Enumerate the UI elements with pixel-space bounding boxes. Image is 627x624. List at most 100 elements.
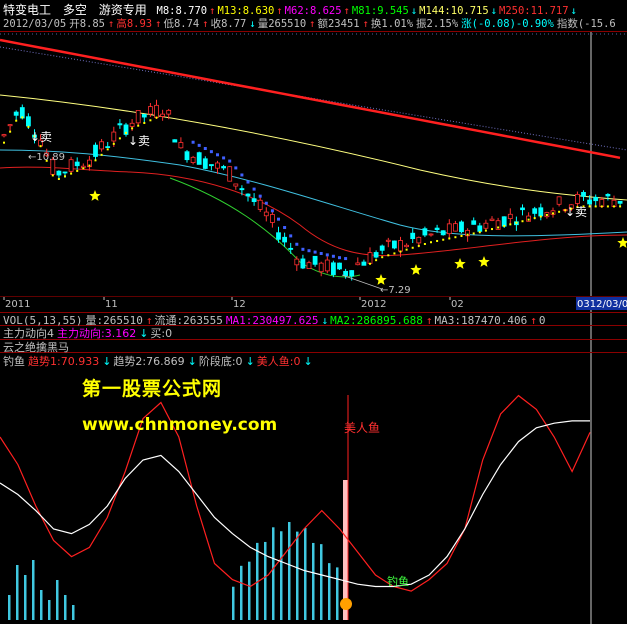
yellow-marker [521,220,524,223]
candle-body [410,232,416,240]
blue-marker [191,140,195,144]
yellow-marker [381,256,384,259]
candle-body [324,259,330,272]
candle-body [184,151,190,161]
fish-item-3: 趋势2:76.869 [113,355,185,368]
candle-body [1,134,7,137]
yellow-marker [387,254,390,257]
candle-body [452,223,458,232]
blue-marker [338,256,341,260]
yellow-marker [3,141,5,144]
yellow-marker [545,213,548,216]
fishing-legend: 钓鱼 趋势1:70.933 ↓ 趋势2:76.869 ↓ 阶段底:0 ↓ 美人鱼:0 ↓ [3,353,315,369]
candle-body [276,232,281,240]
yellow-marker [149,119,152,122]
histogram-bar [312,542,315,620]
candle-body [178,142,184,149]
yellow-marker [588,205,591,208]
fish-item-2: ↓ [102,355,112,368]
buy-star [617,237,627,248]
low-pointer [341,274,383,290]
candle-body [282,236,288,243]
yellow-marker [460,234,463,237]
fish-item-1: 趋势1:70.933 [28,355,100,368]
yellow-marker [118,137,121,140]
yellow-marker [9,130,12,133]
yellow-marker [405,248,408,251]
candle-body [428,233,434,236]
buy-star [454,258,466,269]
yellow-marker [533,217,536,220]
candle-body [501,216,507,227]
histogram-bar [16,565,19,620]
yellow-marker [539,215,542,218]
yellow-marker [503,224,506,227]
candle-body [459,221,464,233]
candle-body [172,139,178,143]
yellow-marker [515,221,518,224]
yellow-marker [131,127,134,130]
yellow-marker [137,124,140,127]
candle-body [617,200,623,204]
candle-body [196,152,202,165]
candle-body [239,188,245,191]
fish-item-5: 阶段底:0 [198,355,243,368]
candle-body [343,270,349,276]
blue-marker [258,194,262,198]
candle-body [215,162,220,169]
yellow-marker [454,236,457,239]
candle-body [581,191,586,197]
yellow-marker [82,167,85,170]
candle-body [111,131,117,142]
x-tick-label: 11 [105,299,118,310]
candle-body [190,156,196,163]
candle-body [593,196,599,202]
x-tick-label: 12 [233,299,246,310]
high-price-label: ←10.89 [28,152,65,163]
fish-item-6: ↓ [245,355,255,368]
yellow-marker [478,231,481,234]
yellow-marker [125,131,127,134]
candle-body [520,207,525,211]
candle-body [245,193,251,197]
candle-body [117,123,123,126]
blue-marker [331,254,335,258]
yellow-marker [472,232,475,235]
yellow-marker [155,116,158,119]
mermaid-label: 美人鱼 [344,421,380,435]
candle-body [221,166,227,169]
yellow-marker [64,175,66,178]
blue-marker [246,180,250,184]
yellow-marker [94,159,97,162]
blue-marker [325,253,329,257]
candle-body [233,183,239,187]
yellow-marker [558,210,561,213]
candle-body [330,262,336,275]
x-tick-label: 2011 [5,299,30,310]
mf-item-2: ↓ [139,327,149,340]
yellow-marker [430,241,432,244]
histogram-bar [264,541,267,620]
fish-item-4: ↓ [187,355,197,368]
fish-item-7: 美人鱼:0 [256,355,301,368]
histogram-bar [272,527,275,620]
vol-item-8: MA3:187470.406 [434,314,528,327]
candle-body [147,106,153,115]
blue-marker [264,201,268,205]
date-cursor-label: 0312/03/0 [577,299,627,310]
candle-body [312,255,318,265]
yellow-marker [411,246,414,249]
yellow-marker [399,250,402,253]
histogram-bar [304,527,307,620]
candle-body [318,262,324,273]
candle-body [373,252,379,258]
candle-body [507,213,513,219]
candle-body [251,198,257,203]
yellow-marker [76,169,79,172]
candle-body [391,240,397,249]
yellow-marker [417,244,420,247]
yellow-marker [600,205,603,208]
buy-star [375,274,387,285]
blue-marker [240,173,244,177]
candle-body [93,144,98,157]
